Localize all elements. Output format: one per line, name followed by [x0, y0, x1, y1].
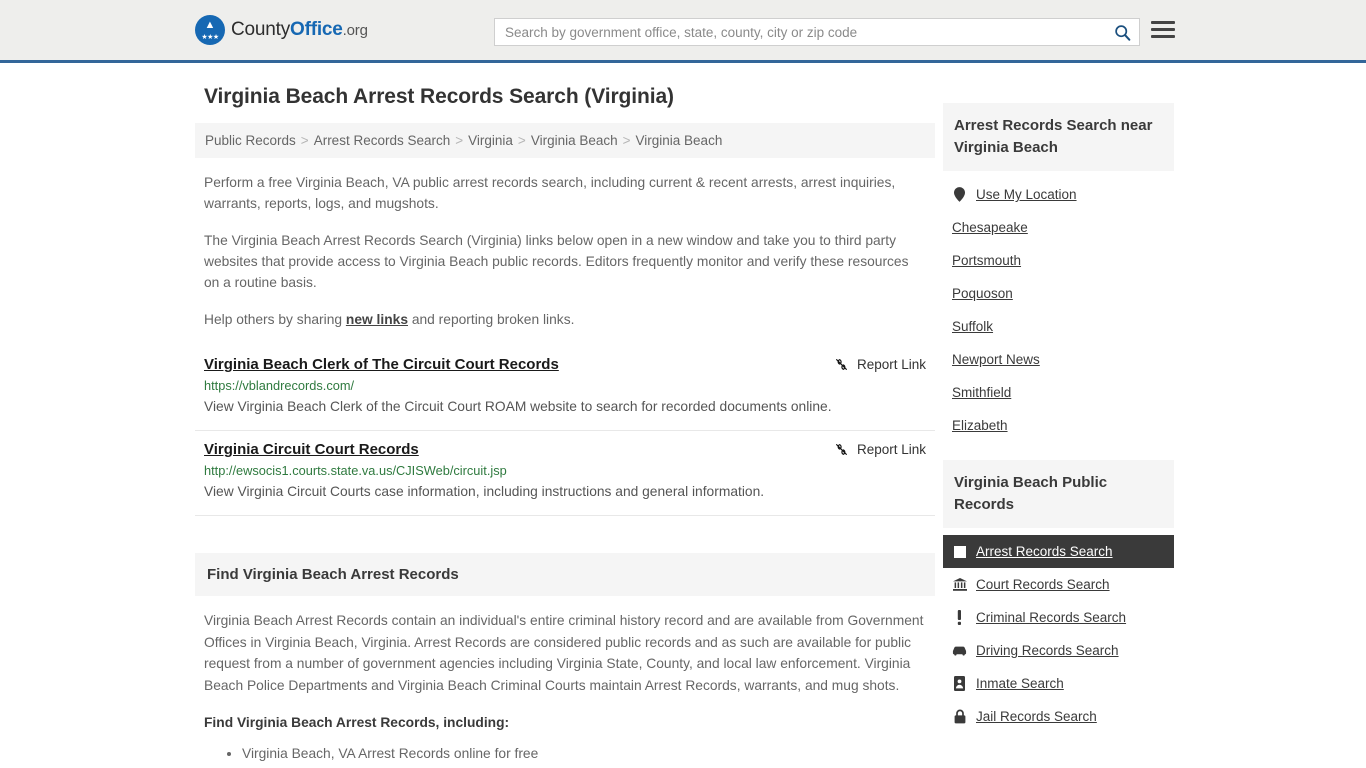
breadcrumb-separator: >: [300, 133, 309, 148]
listing-item: Virginia Circuit Court Records Report Li…: [195, 431, 935, 516]
sidebar-item-arrest-records-search[interactable]: Arrest Records Search: [943, 535, 1174, 568]
sidebar-item-label: Inmate Search: [976, 676, 1064, 691]
square-icon: [952, 544, 967, 559]
page-body: Virginia Beach Arrest Records Search (Vi…: [0, 63, 1366, 765]
sidebar-item-label: Suffolk: [952, 319, 994, 334]
section-body: Virginia Beach Arrest Records contain an…: [195, 596, 935, 765]
sidebar-item-elizabeth[interactable]: Elizabeth: [943, 409, 1174, 442]
sidebar-item-label: Arrest Records Search: [976, 544, 1113, 559]
sidebar-records-list: Arrest Records Search Court Records Sear…: [943, 528, 1174, 733]
sidebar-item-portsmouth[interactable]: Portsmouth: [943, 244, 1174, 277]
listing-url: http://ewsocis1.courts.state.va.us/CJISW…: [204, 463, 507, 478]
sidebar-item-label: Use My Location: [976, 187, 1077, 202]
share-text-after: and reporting broken links.: [408, 312, 575, 327]
sidebar-item-label: Elizabeth: [952, 418, 1008, 433]
breadcrumb-separator: >: [455, 133, 464, 148]
map-pin-icon: [952, 187, 967, 202]
logo-text-office: Office: [290, 19, 343, 40]
car-icon: [952, 643, 967, 658]
sidebar-item-label: Driving Records Search: [976, 643, 1119, 658]
sidebar: Arrest Records Search near Virginia Beac…: [943, 85, 1174, 765]
broken-link-icon: [835, 359, 847, 370]
breadcrumb-item-public-records[interactable]: Public Records: [205, 133, 296, 148]
section-heading: Find Virginia Beach Arrest Records: [195, 553, 935, 596]
sidebar-item-label: Smithfield: [952, 385, 1012, 400]
eagle-seal-icon: ▲ ★★★: [195, 15, 225, 45]
report-link-button[interactable]: Report Link: [834, 357, 926, 372]
sidebar-item-criminal-records-search[interactable]: Criminal Records Search: [943, 601, 1174, 634]
sidebar-item-poquoson[interactable]: Poquoson: [943, 277, 1174, 310]
sidebar-item-label: Criminal Records Search: [976, 610, 1127, 625]
intro-paragraph-3: Help others by sharing new links and rep…: [195, 309, 935, 330]
sidebar-item-label: Poquoson: [952, 286, 1013, 301]
search-button[interactable]: [1105, 19, 1139, 45]
site-logo[interactable]: ▲ ★★★ CountyOffice.org: [195, 15, 368, 45]
broken-link-icon: [835, 444, 847, 455]
listing-title-link[interactable]: Virginia Beach Clerk of The Circuit Cour…: [204, 356, 559, 373]
intro-paragraph-2: The Virginia Beach Arrest Records Search…: [204, 233, 909, 290]
hamburger-bar: [1151, 35, 1175, 38]
sidebar-item-driving-records-search[interactable]: Driving Records Search: [943, 634, 1174, 667]
breadcrumb-separator: >: [517, 133, 526, 148]
intro-section: Perform a free Virginia Beach, VA public…: [195, 172, 935, 330]
share-text-before: Help others by sharing: [204, 312, 346, 327]
hamburger-menu-icon[interactable]: [1151, 21, 1175, 38]
sidebar-item-label: Court Records Search: [976, 577, 1110, 592]
listing-header: Virginia Circuit Court Records Report Li…: [204, 441, 926, 458]
listing-header: Virginia Beach Clerk of The Circuit Cour…: [204, 356, 926, 373]
breadcrumb: Public Records > Arrest Records Search > Vir…: [195, 123, 935, 158]
breadcrumb-item-virginia-beach-city[interactable]: Virginia Beach: [636, 133, 723, 148]
sidebar-item-label: Chesapeake: [952, 220, 1028, 235]
search-bar[interactable]: [494, 18, 1140, 46]
sidebar-item-use-my-location[interactable]: Use My Location: [943, 178, 1174, 211]
listing-url: https://vblandrecords.com/: [204, 378, 355, 393]
sidebar-item-smithfield[interactable]: Smithfield: [943, 376, 1174, 409]
sidebar-near-list: Use My Location Chesapeake Portsmouth Po…: [943, 171, 1174, 442]
report-link-label: Report Link: [856, 357, 926, 372]
list-item: Virginia Beach, VA Arrest Records online…: [242, 743, 926, 765]
listing-item: Virginia Beach Clerk of The Circuit Cour…: [195, 346, 935, 431]
report-link-button[interactable]: Report Link: [834, 442, 926, 457]
id-badge-icon: [952, 676, 967, 691]
new-links-link[interactable]: new links: [346, 312, 408, 327]
exclamation-icon: [952, 610, 967, 625]
report-link-label: Report Link: [856, 442, 926, 457]
intro-paragraph-1: Perform a free Virginia Beach, VA public…: [204, 175, 896, 211]
listing-title-link[interactable]: Virginia Circuit Court Records: [204, 441, 419, 458]
hamburger-bar: [1151, 28, 1175, 31]
sidebar-item-suffolk[interactable]: Suffolk: [943, 310, 1174, 343]
sidebar-item-label: Jail Records Search: [976, 709, 1097, 724]
courthouse-icon: [952, 577, 967, 592]
sidebar-near-heading: Arrest Records Search near Virginia Beac…: [943, 103, 1174, 171]
main-content: Virginia Beach Arrest Records Search (Vi…: [195, 85, 935, 765]
sidebar-records-heading: Virginia Beach Public Records: [943, 460, 1174, 528]
logo-text-county: County: [231, 19, 291, 40]
lock-icon: [952, 709, 967, 724]
sidebar-item-chesapeake[interactable]: Chesapeake: [943, 211, 1174, 244]
logo-text-org: .org: [342, 22, 368, 39]
search-icon: [1114, 24, 1130, 41]
breadcrumb-item-virginia-beach[interactable]: Virginia Beach: [531, 133, 618, 148]
section-subheading: Find Virginia Beach Arrest Records, incl…: [204, 715, 510, 730]
sidebar-item-newport-news[interactable]: Newport News: [943, 343, 1174, 376]
logo-text: CountyOffice.org: [231, 19, 368, 41]
sidebar-item-label: Newport News: [952, 352, 1040, 367]
breadcrumb-item-virginia[interactable]: Virginia: [468, 133, 513, 148]
hamburger-bar: [1151, 21, 1175, 24]
breadcrumb-item-arrest-records-search[interactable]: Arrest Records Search: [314, 133, 451, 148]
sidebar-item-label: Portsmouth: [952, 253, 1022, 268]
listing-description: View Virginia Beach Clerk of the Circuit…: [204, 399, 832, 414]
sidebar-item-inmate-search[interactable]: Inmate Search: [943, 667, 1174, 700]
site-header: ▲ ★★★ CountyOffice.org: [0, 0, 1366, 63]
listing-description: View Virginia Circuit Courts case inform…: [204, 484, 765, 499]
section-bullet-list: Virginia Beach, VA Arrest Records online…: [204, 743, 926, 765]
sidebar-item-jail-records-search[interactable]: Jail Records Search: [943, 700, 1174, 733]
sidebar-item-court-records-search[interactable]: Court Records Search: [943, 568, 1174, 601]
breadcrumb-separator: >: [622, 133, 631, 148]
section-paragraph: Virginia Beach Arrest Records contain an…: [204, 613, 924, 693]
page-title: Virginia Beach Arrest Records Search (Vi…: [204, 85, 674, 108]
search-input[interactable]: [495, 24, 1105, 40]
